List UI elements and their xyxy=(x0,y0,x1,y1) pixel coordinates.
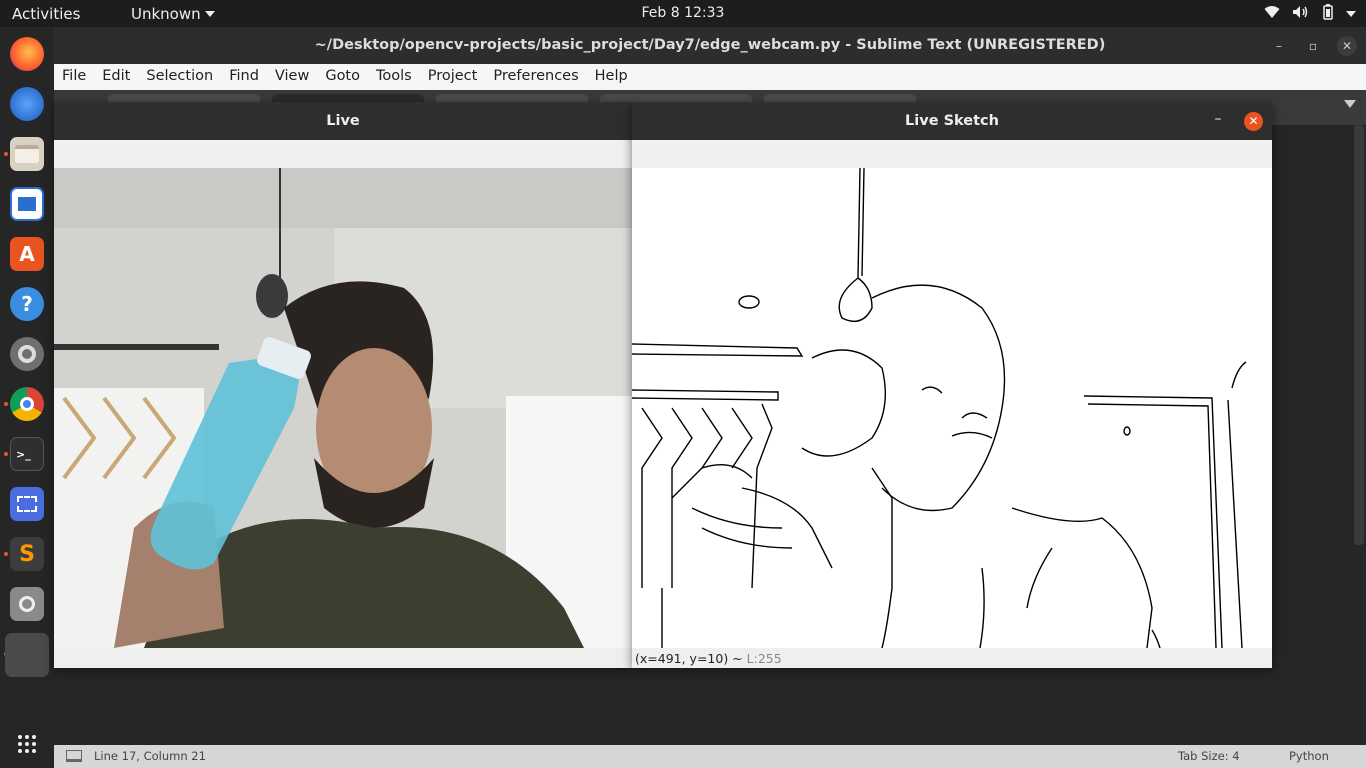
software-icon[interactable]: A xyxy=(10,237,44,271)
menu-bar: File Edit Selection Find View Goto Tools… xyxy=(54,64,1366,90)
tab-list-dropdown-icon[interactable] xyxy=(1344,100,1356,108)
live-sketch-window: Live Sketch – ✕ (x=491, y=10) ~ L:255 xyxy=(632,103,1272,668)
firefox-icon[interactable] xyxy=(10,37,44,71)
live-window-titlebar[interactable]: Live xyxy=(54,103,632,140)
app-menu[interactable]: Unknown xyxy=(131,5,215,23)
tab-size[interactable]: Tab Size: 4 xyxy=(1178,749,1240,763)
menu-preferences[interactable]: Preferences xyxy=(485,64,586,90)
settings-icon[interactable] xyxy=(10,337,44,371)
live-sketch-statusbar: (x=491, y=10) ~ L:255 xyxy=(632,648,1272,668)
webcam-image[interactable] xyxy=(54,168,632,648)
system-tray[interactable] xyxy=(1264,4,1356,24)
editor-tab[interactable] xyxy=(108,94,260,102)
panel-toggle-icon[interactable] xyxy=(66,750,82,762)
screenshot-icon[interactable] xyxy=(10,487,44,521)
magnifier-icon[interactable] xyxy=(10,587,44,621)
chrome-icon[interactable] xyxy=(10,387,44,421)
app-menu-label: Unknown xyxy=(131,5,201,23)
running-indicator xyxy=(4,552,8,556)
pixel-value: L:255 xyxy=(746,651,782,666)
sublime-icon[interactable]: S xyxy=(10,537,44,571)
live-sketch-title: Live Sketch xyxy=(905,113,999,129)
pixel-coordinates: (x=491, y=10) ~ xyxy=(635,651,743,666)
live-window-statusbar xyxy=(54,648,632,668)
editor-tab[interactable] xyxy=(764,94,916,102)
menu-edit[interactable]: Edit xyxy=(94,64,138,90)
terminal-icon[interactable]: >_ xyxy=(10,437,44,471)
running-indicator xyxy=(4,452,8,456)
close-button[interactable]: ✕ xyxy=(1244,112,1263,131)
maximize-button[interactable]: ▫ xyxy=(1303,36,1323,56)
live-window-title: Live xyxy=(326,113,360,129)
menu-file[interactable]: File xyxy=(54,64,94,90)
minimize-button[interactable]: – xyxy=(1269,36,1289,56)
menu-selection[interactable]: Selection xyxy=(138,64,221,90)
running-indicator xyxy=(4,152,8,156)
window-icon[interactable] xyxy=(5,633,49,677)
editor-tab-active[interactable] xyxy=(272,94,424,102)
help-icon[interactable]: ? xyxy=(10,287,44,321)
live-window-toolbar xyxy=(54,140,632,168)
editor-scrollbar[interactable] xyxy=(1354,125,1364,545)
running-indicator xyxy=(4,402,8,406)
grid-icon[interactable] xyxy=(10,727,44,761)
files-icon[interactable] xyxy=(10,137,44,171)
activities-button[interactable]: Activities xyxy=(12,5,80,23)
menu-view[interactable]: View xyxy=(267,64,317,90)
top-bar: Activities Unknown Feb 8 12:33 xyxy=(0,0,1366,27)
menu-project[interactable]: Project xyxy=(420,64,486,90)
live-sketch-titlebar[interactable]: Live Sketch – ✕ xyxy=(632,103,1272,140)
window-title: ~/Desktop/opencv-projects/basic_project/… xyxy=(314,37,1106,53)
cursor-position[interactable]: Line 17, Column 21 xyxy=(94,749,206,763)
volume-icon xyxy=(1292,5,1310,23)
menu-help[interactable]: Help xyxy=(587,64,636,90)
close-button[interactable]: ✕ xyxy=(1337,36,1357,56)
live-window: Live xyxy=(54,103,632,668)
chevron-down-icon xyxy=(1346,6,1356,22)
thunderbird-icon[interactable] xyxy=(10,87,44,121)
status-bar: Line 17, Column 21 Tab Size: 4 Python xyxy=(54,745,1366,768)
wifi-icon xyxy=(1264,5,1280,23)
edge-image[interactable] xyxy=(632,168,1272,648)
menu-goto[interactable]: Goto xyxy=(317,64,368,90)
editor-tab[interactable] xyxy=(436,94,588,102)
menu-tools[interactable]: Tools xyxy=(368,64,420,90)
sublime-titlebar[interactable]: ~/Desktop/opencv-projects/basic_project/… xyxy=(54,27,1366,64)
syntax-selector[interactable]: Python xyxy=(1289,749,1329,763)
menu-find[interactable]: Find xyxy=(221,64,267,90)
editor-tab[interactable] xyxy=(600,94,752,102)
dock: A ? >_ S xyxy=(0,27,54,768)
writer-icon[interactable] xyxy=(10,187,44,221)
live-sketch-toolbar xyxy=(632,140,1272,168)
battery-icon xyxy=(1322,4,1334,24)
minimize-button[interactable]: – xyxy=(1210,111,1226,131)
chevron-down-icon xyxy=(204,11,215,17)
